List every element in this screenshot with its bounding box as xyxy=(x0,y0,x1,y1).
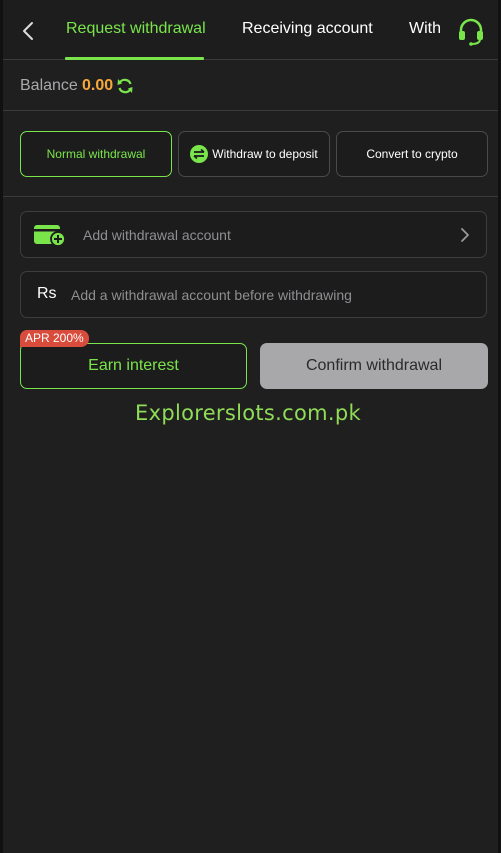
balance-value: 0.00 xyxy=(82,77,114,94)
withdraw-to-deposit-button[interactable]: Withdraw to deposit xyxy=(178,131,330,177)
back-button[interactable] xyxy=(19,20,39,42)
convert-to-crypto-label: Convert to crypto xyxy=(366,147,458,161)
tab-withdrawal-records[interactable]: With xyxy=(409,20,441,38)
balance-label: Balance xyxy=(20,77,78,94)
wallet-add-icon xyxy=(34,225,66,247)
withdrawal-amount-field: Rs xyxy=(20,271,487,318)
currency-symbol: Rs xyxy=(37,285,57,302)
convert-to-crypto-button[interactable]: Convert to crypto xyxy=(336,131,488,177)
balance-row: Balance 0.00 xyxy=(3,60,498,111)
apr-badge: APR 200% xyxy=(20,330,89,347)
amount-input[interactable] xyxy=(71,272,471,317)
headset-icon xyxy=(459,18,483,46)
header: Request withdrawal Receiving account Wit… xyxy=(3,0,498,60)
chevron-right-icon xyxy=(461,228,469,242)
earn-interest-button[interactable]: Earn interest xyxy=(20,343,247,389)
earn-interest-label: Earn interest xyxy=(88,357,179,374)
withdrawal-methods: Normal withdrawal Withdraw to deposit Co… xyxy=(3,111,498,197)
swap-icon xyxy=(190,145,209,163)
normal-withdrawal-button[interactable]: Normal withdrawal xyxy=(20,131,172,177)
tab-request-withdrawal[interactable]: Request withdrawal xyxy=(66,20,206,38)
add-withdrawal-account-button[interactable]: Add withdrawal account xyxy=(20,211,487,258)
confirm-withdrawal-button[interactable]: Confirm withdrawal xyxy=(260,343,488,389)
tab-receiving-account[interactable]: Receiving account xyxy=(242,20,373,38)
refresh-icon[interactable] xyxy=(116,77,134,95)
watermark-text: Explorerslots.com.pk xyxy=(135,401,361,425)
add-withdrawal-account-label: Add withdrawal account xyxy=(83,227,231,243)
withdrawal-screen: Request withdrawal Receiving account Wit… xyxy=(0,0,501,853)
confirm-withdrawal-label: Confirm withdrawal xyxy=(305,357,443,374)
chevron-left-icon xyxy=(23,22,33,40)
withdraw-to-deposit-label: Withdraw to deposit xyxy=(212,147,318,161)
support-button[interactable] xyxy=(455,16,487,46)
normal-withdrawal-label: Normal withdrawal xyxy=(46,147,146,161)
